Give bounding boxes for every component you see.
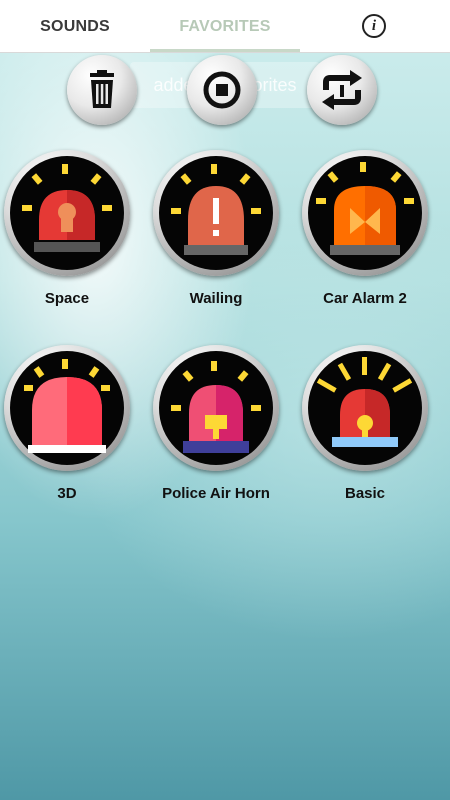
tab-sounds[interactable]: SOUNDS — [0, 0, 150, 53]
delete-button[interactable] — [67, 55, 137, 125]
repeat-icon — [322, 70, 362, 110]
sound-button[interactable] — [4, 345, 130, 471]
sound-label: Space — [44, 290, 90, 307]
sound-label: Basic — [344, 485, 386, 502]
sound-button[interactable] — [302, 345, 428, 471]
tab-favorites[interactable]: FAVORITES — [150, 0, 300, 53]
siren-icon — [22, 164, 112, 252]
siren-icon — [316, 162, 414, 255]
siren-icon — [24, 359, 110, 453]
sound-button[interactable] — [4, 150, 130, 276]
repeat-button[interactable] — [307, 55, 377, 125]
info-button[interactable]: i — [362, 14, 386, 38]
sound-item-car-alarm-2[interactable]: Car Alarm 2 — [300, 150, 430, 330]
sound-item-wailing[interactable]: Wailing — [151, 150, 281, 330]
stop-icon — [203, 71, 241, 109]
sound-label: 3D — [57, 485, 77, 502]
trash-icon — [90, 70, 114, 108]
sound-button[interactable] — [153, 150, 279, 276]
sound-item-space[interactable]: Space — [2, 150, 132, 330]
siren-icon — [171, 164, 261, 255]
siren-icon — [171, 361, 261, 453]
sound-button[interactable] — [153, 345, 279, 471]
siren-icon — [316, 357, 413, 447]
sound-label: Police Air Horn — [162, 485, 270, 502]
tab-bar: SOUNDS FAVORITES i — [0, 0, 450, 53]
sound-label: Car Alarm 2 — [323, 290, 407, 307]
sound-item-3d[interactable]: 3D — [2, 345, 132, 525]
sound-item-basic[interactable]: Basic — [300, 345, 430, 525]
sound-item-police-air-horn[interactable]: Police Air Horn — [151, 345, 281, 525]
stop-button[interactable] — [187, 55, 257, 125]
info-icon: i — [371, 17, 377, 34]
sound-button[interactable] — [302, 150, 428, 276]
sound-label: Wailing — [189, 290, 243, 307]
tab-indicator — [150, 49, 300, 52]
